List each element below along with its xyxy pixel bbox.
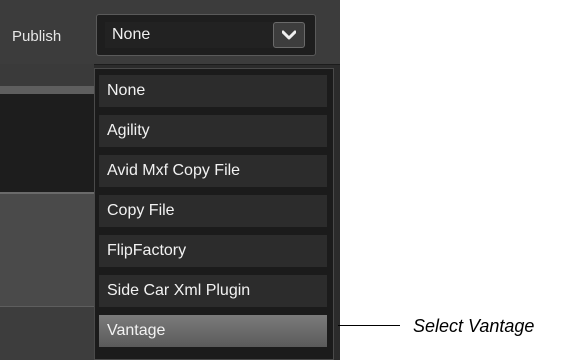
option-flipfactory[interactable]: FlipFactory bbox=[99, 235, 327, 267]
panel-bottom-area bbox=[0, 306, 94, 360]
callout-line bbox=[338, 325, 400, 326]
publish-dropdown-menu: None Agility Avid Mxf Copy File Copy Fil… bbox=[94, 68, 334, 360]
screenshot-panel: Publish None None Agility Avid Mxf Copy … bbox=[0, 0, 340, 360]
option-copy-file[interactable]: Copy File bbox=[99, 195, 327, 227]
option-agility[interactable]: Agility bbox=[99, 115, 327, 147]
panel-header-strip bbox=[0, 86, 94, 94]
option-none[interactable]: None bbox=[99, 75, 327, 107]
publish-toolbar: Publish None bbox=[0, 0, 340, 65]
option-vantage[interactable]: Vantage bbox=[99, 315, 327, 347]
chevron-down-icon bbox=[282, 30, 296, 40]
publish-label: Publish bbox=[12, 28, 62, 45]
publish-dropdown[interactable]: None bbox=[96, 14, 316, 56]
option-side-car-xml-plugin[interactable]: Side Car Xml Plugin bbox=[99, 275, 327, 307]
panel-mid-area bbox=[0, 194, 94, 306]
panel-dark-area bbox=[0, 94, 94, 192]
option-avid-mxf-copy-file[interactable]: Avid Mxf Copy File bbox=[99, 155, 327, 187]
publish-selected-value: None bbox=[112, 26, 151, 43]
background-panel bbox=[0, 64, 94, 360]
dropdown-toggle-button[interactable] bbox=[273, 22, 305, 48]
callout-label: Select Vantage bbox=[413, 316, 535, 336]
